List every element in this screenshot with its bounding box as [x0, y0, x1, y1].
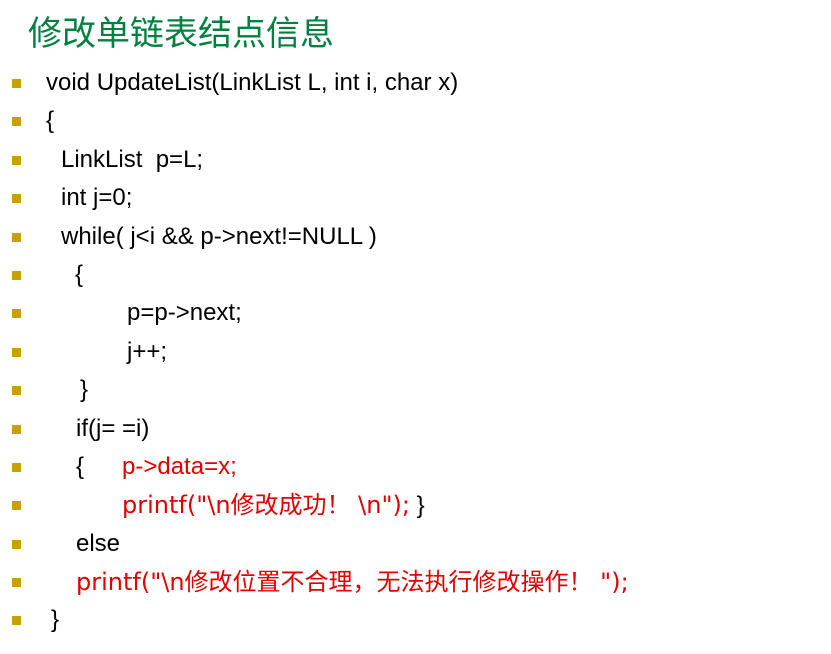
square-bullet-icon: [12, 117, 21, 127]
square-bullet-icon: [12, 386, 21, 396]
code-text: LinkList p=L;: [61, 145, 204, 173]
square-bullet-icon: [12, 539, 21, 549]
code-text: while( j<i && p->next!=NULL ): [61, 222, 377, 250]
code-text: else: [76, 529, 121, 557]
code-listing: void UpdateList(LinkList L, int i, char …: [0, 64, 831, 640]
code-line: {: [0, 256, 831, 294]
square-bullet-icon: [12, 462, 21, 472]
code-line: printf("\n修改成功！ \n"); }: [0, 486, 831, 524]
code-text: }: [51, 606, 60, 634]
code-line: p=p->next;: [0, 294, 831, 332]
code-text: j++;: [127, 337, 168, 365]
code-line: while( j<i && p->next!=NULL ): [0, 218, 831, 256]
code-line: void UpdateList(LinkList L, int i, char …: [0, 64, 831, 102]
code-text-highlight: printf("\n修改位置不合理，无法执行修改操作！ ");: [76, 568, 629, 597]
code-text: {: [75, 260, 84, 288]
code-line: printf("\n修改位置不合理，无法执行修改操作！ ");: [0, 563, 831, 601]
code-text: p=p->next;: [127, 299, 242, 327]
code-line: if(j= =i): [0, 410, 831, 448]
square-bullet-icon: [12, 501, 21, 511]
code-text-wrapper: printf("\n修改成功！ \n"); }: [122, 486, 425, 525]
square-bullet-icon: [12, 424, 21, 434]
code-line: }: [0, 371, 831, 409]
code-text: }: [409, 492, 425, 520]
code-text: }: [80, 376, 89, 404]
code-text: if(j= =i): [76, 414, 150, 442]
code-text: void UpdateList(LinkList L, int i, char …: [46, 69, 459, 96]
square-bullet-icon: [12, 578, 21, 588]
code-line: {: [0, 102, 831, 140]
code-line: else: [0, 525, 831, 563]
code-text: int j=0;: [61, 184, 133, 212]
square-bullet-icon: [12, 309, 21, 319]
square-bullet-icon: [12, 347, 21, 357]
square-bullet-icon: [12, 79, 21, 88]
code-line: LinkList p=L;: [0, 141, 831, 179]
square-bullet-icon: [12, 155, 21, 165]
page-title: 修改单链表结点信息: [28, 14, 334, 54]
code-line: { p->data=x;: [0, 448, 831, 486]
code-text: {: [76, 452, 85, 480]
code-text-highlight: printf("\n修改成功！ \n");: [122, 491, 410, 520]
square-bullet-icon: [12, 232, 21, 242]
square-bullet-icon: [12, 616, 21, 626]
square-bullet-icon: [12, 270, 21, 280]
code-line: j++;: [0, 333, 831, 371]
code-text-highlight: p->data=x;: [122, 452, 237, 480]
code-text: {: [46, 107, 55, 135]
code-line: }: [0, 601, 831, 639]
square-bullet-icon: [12, 194, 21, 204]
code-line: int j=0;: [0, 179, 831, 217]
